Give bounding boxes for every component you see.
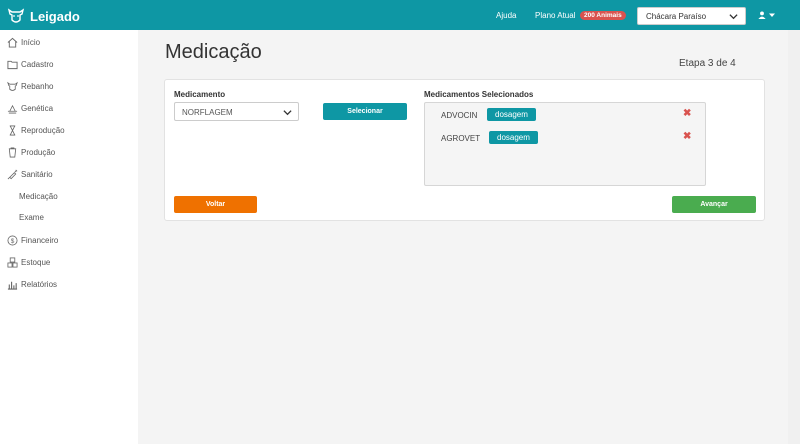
chart-icon bbox=[7, 279, 18, 290]
sidebar-item-cadastro[interactable]: Cadastro bbox=[7, 57, 53, 71]
medication-panel: Medicamento NORFLAGEM Selecionar Medicam… bbox=[164, 79, 765, 221]
hourglass-icon bbox=[7, 125, 18, 136]
sidebar-item-label: Sanitário bbox=[21, 169, 53, 179]
selected-medications-label: Medicamentos Selecionados bbox=[424, 90, 534, 99]
sidebar-item-label: Financeiro bbox=[21, 235, 59, 245]
list-item: ADVOCIN dosagem ✖ bbox=[425, 108, 705, 122]
cow-icon bbox=[7, 81, 18, 92]
farm-select-value: Chácara Paraíso bbox=[646, 12, 707, 21]
farm-select[interactable]: Chácara Paraíso bbox=[637, 7, 746, 25]
chevron-down-icon bbox=[729, 14, 738, 20]
medicamento-label: Medicamento bbox=[174, 90, 226, 99]
remove-icon[interactable]: ✖ bbox=[683, 132, 691, 142]
brand-logo[interactable]: Leigado bbox=[7, 6, 80, 26]
select-medication-button[interactable]: Selecionar bbox=[323, 103, 407, 120]
medicamento-select[interactable]: NORFLAGEM bbox=[174, 102, 299, 121]
sidebar-item-label: Produção bbox=[21, 147, 56, 157]
sidebar-item-financeiro[interactable]: $ Financeiro bbox=[7, 233, 58, 247]
boxes-icon bbox=[7, 257, 18, 268]
user-menu[interactable] bbox=[758, 11, 775, 19]
back-button[interactable]: Voltar bbox=[174, 196, 257, 213]
dosage-button[interactable]: dosagem bbox=[489, 131, 538, 144]
sidebar-item-producao[interactable]: Produção bbox=[7, 145, 55, 159]
sidebar-item-label: Reprodução bbox=[21, 125, 65, 135]
caret-down-icon bbox=[769, 13, 775, 17]
sidebar-item-rebanho[interactable]: Rebanho bbox=[7, 79, 53, 93]
remove-icon[interactable]: ✖ bbox=[683, 109, 691, 119]
sidebar-item-reproducao[interactable]: Reprodução bbox=[7, 123, 65, 137]
current-plan-link[interactable]: Plano Atual bbox=[535, 11, 575, 20]
syringe-icon bbox=[7, 169, 18, 180]
sidebar-subitem-medicacao[interactable]: Medicação bbox=[19, 192, 58, 204]
next-button[interactable]: Avançar bbox=[672, 196, 756, 213]
sidebar-item-estoque[interactable]: Estoque bbox=[7, 255, 50, 269]
svg-text:$: $ bbox=[11, 237, 15, 244]
sidebar: Início Cadastro Rebanho Genética Reprodu… bbox=[0, 30, 138, 444]
sidebar-item-label: Cadastro bbox=[21, 59, 54, 69]
folder-icon bbox=[7, 59, 18, 70]
sidebar-item-label: Estoque bbox=[21, 257, 51, 267]
sidebar-subitem-exame[interactable]: Exame bbox=[19, 213, 44, 225]
medication-name: AGROVET bbox=[441, 134, 481, 143]
dna-icon bbox=[7, 103, 18, 114]
page-title: Medicação bbox=[165, 41, 262, 63]
medication-name: ADVOCIN bbox=[441, 111, 478, 120]
chevron-down-icon bbox=[283, 110, 292, 116]
sidebar-item-inicio[interactable]: Início bbox=[7, 35, 40, 49]
top-navbar: Leigado Ajuda Plano Atual 200 Animais Ch… bbox=[0, 0, 800, 30]
sidebar-item-relatorios[interactable]: Relatórios bbox=[7, 277, 57, 291]
brand-name: Leigado bbox=[30, 8, 80, 24]
plan-badge: 200 Animais bbox=[580, 11, 626, 20]
bucket-icon bbox=[7, 147, 18, 158]
list-item: AGROVET dosagem ✖ bbox=[425, 131, 705, 145]
help-link[interactable]: Ajuda bbox=[496, 11, 516, 20]
sidebar-item-genetica[interactable]: Genética bbox=[7, 101, 53, 115]
dosage-button[interactable]: dosagem bbox=[487, 108, 536, 121]
step-indicator: Etapa 3 de 4 bbox=[679, 58, 736, 69]
home-icon bbox=[7, 37, 18, 48]
sidebar-item-label: Genética bbox=[21, 103, 54, 113]
selected-medications-list: ADVOCIN dosagem ✖ AGROVET dosagem ✖ bbox=[424, 102, 706, 186]
page-scrollbar[interactable] bbox=[788, 30, 800, 444]
sidebar-item-label: Relatórios bbox=[21, 279, 58, 289]
dollar-icon: $ bbox=[7, 235, 18, 246]
sidebar-item-label: Rebanho bbox=[21, 81, 54, 91]
user-icon bbox=[758, 11, 766, 19]
cow-head-logo-icon bbox=[7, 8, 25, 23]
medicamento-select-value: NORFLAGEM bbox=[182, 108, 233, 117]
sidebar-item-label: Início bbox=[21, 37, 41, 47]
sidebar-item-sanitario[interactable]: Sanitário bbox=[7, 167, 53, 181]
